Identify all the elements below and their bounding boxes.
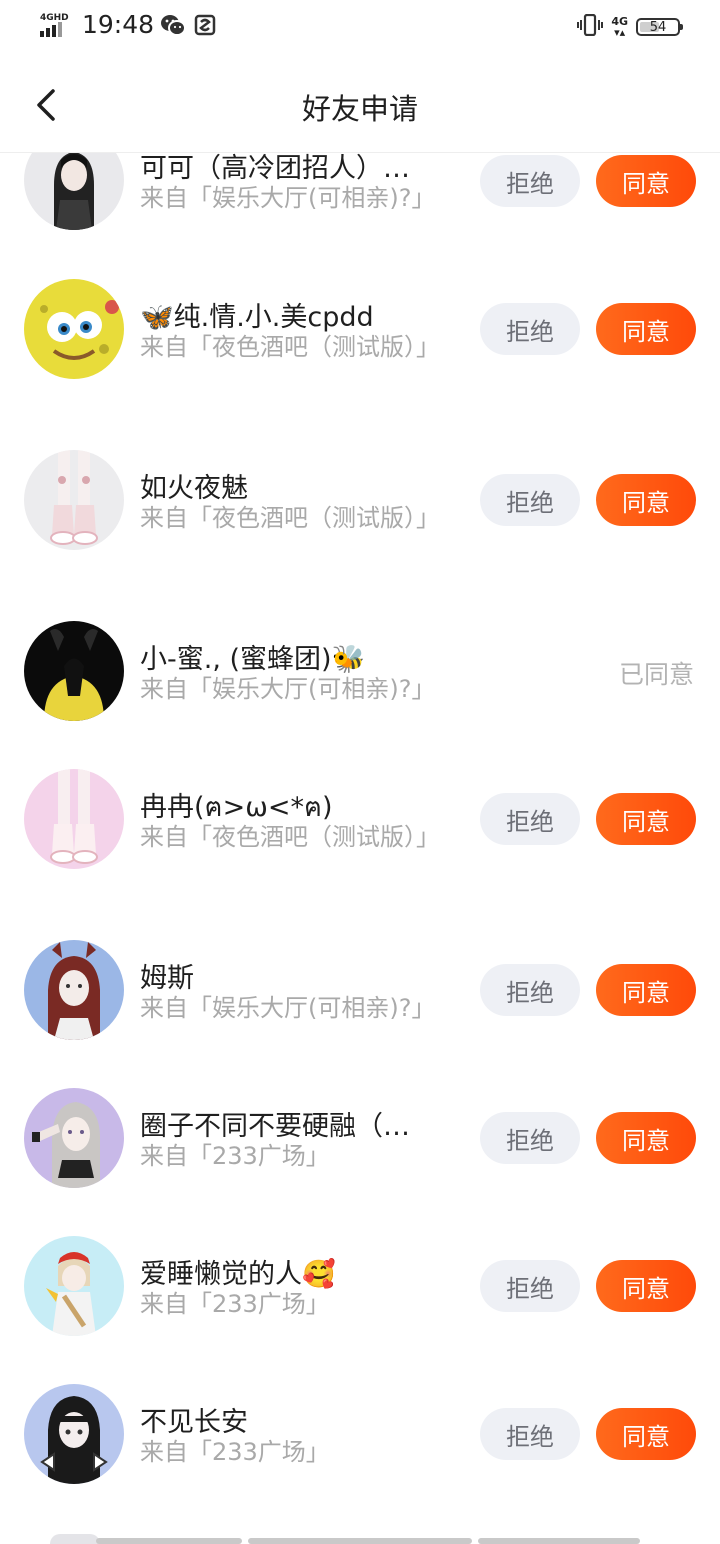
request-source: 来自「娱乐大厅(可相亲)?」 <box>140 184 436 212</box>
list-item: 🦋纯.情.小.美cpdd 来自「夜色酒吧（测试版）」 拒绝 同意 <box>0 279 720 389</box>
avatar[interactable] <box>24 621 124 721</box>
agree-button[interactable]: 同意 <box>596 1408 696 1460</box>
avatar[interactable] <box>24 1384 124 1484</box>
agree-button[interactable]: 同意 <box>596 303 696 355</box>
page-title: 好友申请 <box>301 92 418 126</box>
friend-request-list[interactable]: 可可（高冷团招人）… 来自「娱乐大厅(可相亲)?」 拒绝 同意 🦋纯.情.小.美… <box>0 0 720 1544</box>
list-item: 圈子不同不要硬融（… 来自「233广场」 拒绝 同意 <box>0 1088 720 1198</box>
agree-button[interactable]: 同意 <box>596 474 696 526</box>
reject-button[interactable]: 拒绝 <box>480 793 580 845</box>
bottom-divider <box>248 1538 472 1544</box>
request-source: 来自「夜色酒吧（测试版）」 <box>140 823 440 851</box>
list-item: 如火夜魅 来自「夜色酒吧（测试版）」 拒绝 同意 <box>0 450 720 560</box>
list-item: 冉冉(ฅ>ω<*ฅ) 来自「夜色酒吧（测试版）」 拒绝 同意 <box>0 769 720 879</box>
agree-button[interactable]: 同意 <box>596 1260 696 1312</box>
avatar <box>50 1534 100 1544</box>
agree-button[interactable]: 同意 <box>596 1112 696 1164</box>
list-item: 不见长安 来自「233广场」 拒绝 同意 <box>0 1384 720 1494</box>
agreed-status: 已同意 <box>618 660 694 689</box>
reject-button[interactable]: 拒绝 <box>480 474 580 526</box>
request-source: 来自「233广场」 <box>140 1438 330 1466</box>
avatar[interactable] <box>24 1088 124 1188</box>
reject-button[interactable]: 拒绝 <box>480 1408 580 1460</box>
request-source: 来自「娱乐大厅(可相亲)?」 <box>140 675 436 703</box>
reject-button[interactable]: 拒绝 <box>480 1260 580 1312</box>
avatar[interactable] <box>24 450 124 550</box>
bottom-divider <box>478 1538 640 1544</box>
app-header: 好友申请 <box>0 58 720 153</box>
agree-button[interactable]: 同意 <box>596 155 696 207</box>
avatar[interactable] <box>24 769 124 869</box>
reject-button[interactable]: 拒绝 <box>480 155 580 207</box>
request-source: 来自「夜色酒吧（测试版）」 <box>140 333 440 361</box>
bottom-divider <box>96 1538 242 1544</box>
reject-button[interactable]: 拒绝 <box>480 1112 580 1164</box>
list-item: 姆斯 来自「娱乐大厅(可相亲)?」 拒绝 同意 <box>0 940 720 1050</box>
reject-button[interactable]: 拒绝 <box>480 303 580 355</box>
reject-button[interactable]: 拒绝 <box>480 964 580 1016</box>
request-source: 来自「夜色酒吧（测试版）」 <box>140 504 440 532</box>
request-source: 来自「娱乐大厅(可相亲)?」 <box>140 994 436 1022</box>
list-item: 小-蜜., (蜜蜂团)🐝 来自「娱乐大厅(可相亲)?」 已同意 <box>0 621 720 731</box>
avatar[interactable] <box>24 279 124 379</box>
agree-button[interactable]: 同意 <box>596 793 696 845</box>
request-source: 来自「233广场」 <box>140 1142 330 1170</box>
request-source: 来自「233广场」 <box>140 1290 330 1318</box>
avatar[interactable] <box>24 940 124 1040</box>
list-item: 爱睡懒觉的人🥰 来自「233广场」 拒绝 同意 <box>0 1236 720 1346</box>
avatar[interactable] <box>24 1236 124 1336</box>
agree-button[interactable]: 同意 <box>596 964 696 1016</box>
